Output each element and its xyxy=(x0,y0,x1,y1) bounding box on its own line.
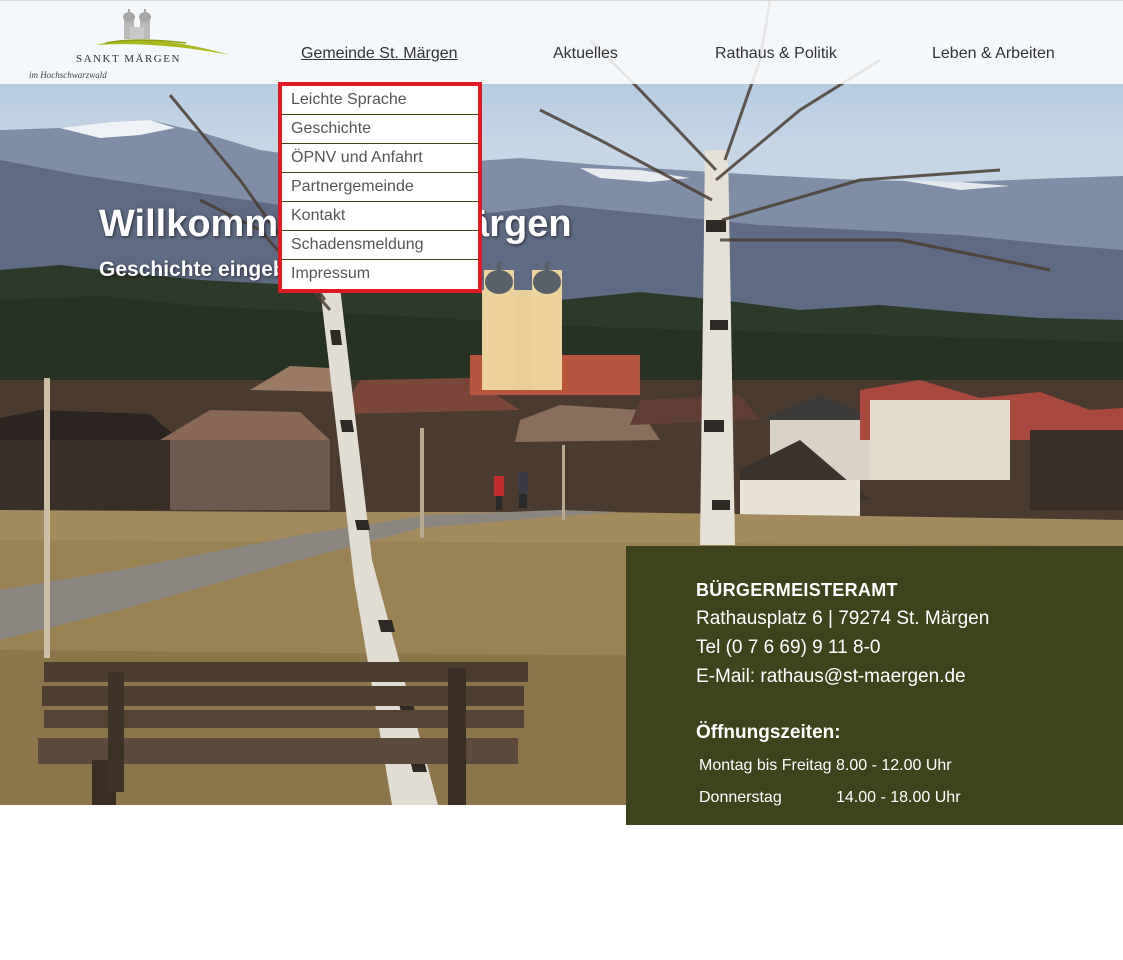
nav-gemeinde[interactable]: Gemeinde St. Märgen xyxy=(301,45,458,63)
site-header: SANKT MÄRGEN im Hochschwarzwald Gemeinde… xyxy=(0,0,1123,84)
page: SANKT MÄRGEN im Hochschwarzwald Gemeinde… xyxy=(0,0,1123,960)
menu-item-geschichte[interactable]: Geschichte xyxy=(282,115,478,144)
hours-time: 8.00 - 12.00 Uhr xyxy=(836,757,952,774)
contact-email-line: E-Mail: rathaus@st-maergen.de xyxy=(696,666,966,688)
email-link[interactable]: rathaus@st-maergen.de xyxy=(760,666,965,687)
nav-leben-arbeiten[interactable]: Leben & Arbeiten xyxy=(932,45,1055,63)
contact-heading: BÜRGERMEISTERAMT xyxy=(696,580,898,600)
logo-tagline: im Hochschwarzwald xyxy=(29,70,107,80)
hours-day: Montag bis Freitag xyxy=(699,757,832,774)
hours-time: 14.00 - 18.00 Uhr xyxy=(836,789,961,806)
menu-item-kontakt[interactable]: Kontakt xyxy=(282,202,478,231)
hours-heading: Öffnungszeiten: xyxy=(696,722,841,743)
email-label: E-Mail: xyxy=(696,666,761,687)
site-logo[interactable]: SANKT MÄRGEN im Hochschwarzwald xyxy=(26,9,236,83)
menu-item-leichte-sprache[interactable]: Leichte Sprache xyxy=(282,86,478,115)
contact-info-box: BÜRGERMEISTERAMT Rathausplatz 6 | 79274 … xyxy=(626,546,1123,825)
menu-item-impressum[interactable]: Impressum xyxy=(282,260,478,289)
hours-row: Montag bis Freitag 8.00 - 12.00 Uhr xyxy=(699,757,952,775)
contact-phone: Tel (0 7 6 69) 9 11 8-0 xyxy=(696,637,881,658)
menu-item-partnergemeinde[interactable]: Partnergemeinde xyxy=(282,173,478,202)
logo-name: SANKT MÄRGEN xyxy=(76,53,181,65)
hours-row: Donnerstag 14.00 - 18.00 Uhr xyxy=(699,789,961,807)
menu-item-schadensmeldung[interactable]: Schadensmeldung xyxy=(282,231,478,260)
gemeinde-dropdown-menu: Leichte Sprache Geschichte ÖPNV und Anfa… xyxy=(278,82,482,293)
nav-rathaus-politik[interactable]: Rathaus & Politik xyxy=(715,45,837,63)
hours-day: Donnerstag xyxy=(699,789,782,806)
contact-address: Rathausplatz 6 | 79274 St. Märgen xyxy=(696,608,990,629)
logo-graphic xyxy=(96,9,230,55)
nav-aktuelles[interactable]: Aktuelles xyxy=(553,45,618,63)
menu-item-oepnv-anfahrt[interactable]: ÖPNV und Anfahrt xyxy=(282,144,478,173)
